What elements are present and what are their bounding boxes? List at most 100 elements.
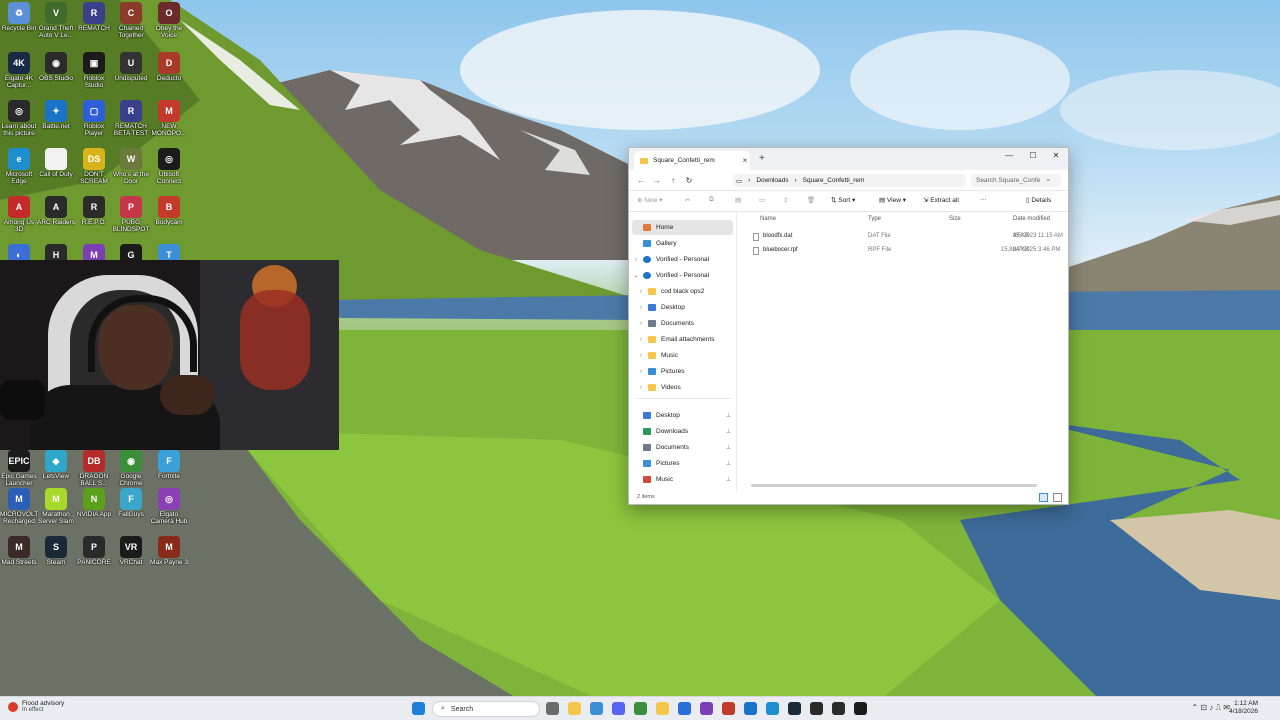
desktop-icon[interactable]: R R.E.P.O. xyxy=(75,196,113,226)
explorer-tab[interactable]: Square_Confetti_rem × xyxy=(634,151,750,170)
quick-access-item[interactable]: Downloads ⊥ xyxy=(643,424,735,439)
paste-icon[interactable]: ▤ xyxy=(735,196,741,204)
roblox-icon[interactable] xyxy=(722,702,735,715)
extract-all-button[interactable]: ⇲ Extract all xyxy=(923,196,959,204)
desktop-icon[interactable]: M Mad Streets xyxy=(0,536,38,566)
taskbar-search-box[interactable]: ⌕ Search xyxy=(432,701,540,717)
nav-folder-item[interactable]: › Music xyxy=(637,348,678,363)
new-button[interactable]: ⊕ New ▾ xyxy=(637,196,662,204)
xbox-icon[interactable] xyxy=(810,702,823,715)
breadcrumb-downloads[interactable]: Downloads xyxy=(753,177,791,184)
desktop-icon[interactable]: S Steam xyxy=(37,536,75,566)
desktop-icon[interactable]: ◎ Learn about this picture xyxy=(0,100,38,137)
desktop-icon[interactable]: ✦ Battle.net xyxy=(37,100,75,130)
quick-access-item[interactable]: Pictures ⊥ xyxy=(643,456,735,471)
nav-onedrive-1[interactable]: › Vorified - Personal xyxy=(632,252,709,267)
quick-access-item[interactable]: Documents ⊥ xyxy=(643,440,735,455)
desktop-icon[interactable]: F FallGuys xyxy=(112,488,150,518)
tiles-view-icon[interactable] xyxy=(1053,493,1062,502)
file-explorer-icon[interactable] xyxy=(568,702,581,715)
nav-folder-item[interactable]: › cod black ops2 xyxy=(637,284,704,299)
nav-folder-item[interactable]: › Email attachments xyxy=(637,332,714,347)
desktop-icon[interactable]: P PANICORE xyxy=(75,536,113,566)
copy-icon[interactable]: ⧉ xyxy=(709,196,714,204)
forward-arrow-icon[interactable]: → xyxy=(649,176,665,185)
back-arrow-icon[interactable]: ← xyxy=(633,176,649,185)
photos-icon[interactable] xyxy=(590,702,603,715)
desktop-icon[interactable]: D Deducto xyxy=(150,52,188,82)
chevron-right-icon[interactable]: › xyxy=(637,305,645,311)
desktop-icon[interactable]: N NVIDIA App xyxy=(75,488,113,518)
edge-icon[interactable] xyxy=(766,702,779,715)
chevron-right-icon[interactable]: › xyxy=(637,321,645,327)
details-view-icon[interactable] xyxy=(1039,493,1048,502)
desktop-icon[interactable]: EPIC Epic Games Launcher xyxy=(0,450,38,487)
close-tab-icon[interactable]: × xyxy=(740,156,750,165)
desktop-icon[interactable]: C Chained Together xyxy=(112,2,150,39)
desktop-icon[interactable]: A ARC Raiders xyxy=(37,196,75,226)
desktop-icon[interactable]: W Who's at the Door xyxy=(112,148,150,185)
breadcrumb[interactable]: ▭ › Downloads › Square_Confetti_rem xyxy=(733,174,966,187)
chevron-right-icon[interactable]: › xyxy=(637,369,645,375)
breadcrumb-current[interactable]: Square_Confetti_rem xyxy=(800,177,868,184)
weather-widget[interactable]: Flood advisory In effect xyxy=(8,700,64,713)
chevron-right-icon[interactable]: › xyxy=(637,353,645,359)
refresh-icon[interactable]: ↻ xyxy=(681,176,697,185)
nav-onedrive-2[interactable]: ⌄ Vorified - Personal xyxy=(632,268,709,283)
folder-icon[interactable] xyxy=(656,702,669,715)
nav-home[interactable]: Home xyxy=(632,220,733,235)
store-icon[interactable] xyxy=(678,702,691,715)
desktop-icon[interactable]: □ Call of Duty xyxy=(37,148,75,178)
chevron-right-icon[interactable]: › xyxy=(637,337,645,343)
desktop-icon[interactable]: A Among Us 3D xyxy=(0,196,38,233)
desktop-icon[interactable]: R REMATCH BETA TEST xyxy=(112,100,150,137)
discord-icon[interactable] xyxy=(612,702,625,715)
desktop-icon[interactable]: ▢ Roblox Player xyxy=(75,100,113,137)
search-input[interactable]: Search Square_Confe ⌕ xyxy=(971,174,1061,187)
desktop-icon[interactable]: ◎ Ubisoft Connect xyxy=(150,148,188,185)
desktop-icon[interactable]: P PUBG BLINDSPOT xyxy=(112,196,150,233)
desktop-icon[interactable]: M Marathon Server Slam xyxy=(37,488,75,525)
nav-folder-item[interactable]: › Documents xyxy=(637,316,694,331)
cut-icon[interactable]: ✂ xyxy=(685,196,690,204)
nav-folder-item[interactable]: › Pictures xyxy=(637,364,684,379)
system-tray-icons[interactable]: ⌃ ⊡ ♪ ⎍ ✉ xyxy=(1191,703,1230,713)
desktop-icon[interactable]: R REMATCH xyxy=(75,2,113,32)
desktop-icon[interactable]: ▣ Roblox Studio xyxy=(75,52,113,89)
maximize-button[interactable]: ☐ xyxy=(1023,151,1043,160)
desktop-icon[interactable]: ◎ Elgato Camera Hub xyxy=(150,488,188,525)
desktop-icon[interactable]: 4K Elgato 4K Captur... xyxy=(0,52,38,89)
obs-icon[interactable] xyxy=(832,702,845,715)
new-tab-button[interactable]: + xyxy=(759,153,765,164)
desktop-icon[interactable]: F Fortnite xyxy=(150,450,188,480)
quick-access-item[interactable]: Music ⊥ xyxy=(643,472,735,487)
column-type[interactable]: Type xyxy=(868,216,881,222)
app-icon[interactable] xyxy=(854,702,867,715)
desktop-icon[interactable]: U Undisputed xyxy=(112,52,150,82)
desktop-icon[interactable]: DS DON'T SCREAM xyxy=(75,148,113,185)
up-arrow-icon[interactable]: ↑ xyxy=(665,176,681,185)
quick-access-item[interactable]: Desktop ⊥ xyxy=(643,408,735,423)
close-window-button[interactable]: ✕ xyxy=(1046,151,1066,160)
desktop-icon[interactable]: MMICROVOLTS Recharged xyxy=(0,488,38,525)
desktop-icon[interactable]: M NEW MONOPO... xyxy=(150,100,188,137)
app-icon[interactable] xyxy=(744,702,757,715)
desktop-icon[interactable]: ◉ OBS Studio xyxy=(37,52,75,82)
column-date[interactable]: Date modified xyxy=(1013,216,1050,222)
desktop-icon[interactable]: M Max Payne 3 xyxy=(150,536,188,566)
chevron-right-icon[interactable]: › xyxy=(632,257,640,263)
chrome-icon[interactable] xyxy=(634,702,647,715)
file-row[interactable]: bloodfx.dat DAT File 45 KB 3/5/2023 11:15 A… xyxy=(753,230,1063,243)
chevron-down-icon[interactable]: ⌄ xyxy=(632,272,640,279)
sort-button[interactable]: ⇅ Sort ▾ xyxy=(831,196,855,204)
nav-folder-item[interactable]: › Desktop xyxy=(637,300,685,315)
desktop-icon[interactable]: e Microsoft Edge xyxy=(0,148,38,185)
desktop-icon[interactable]: B Bodycam xyxy=(150,196,188,226)
desktop-icon[interactable]: O Obey the Voice xyxy=(150,2,188,39)
clock[interactable]: 1:12 AM 4/18/2026 xyxy=(1229,700,1258,716)
nav-folder-item[interactable]: › Videos xyxy=(637,380,681,395)
file-row[interactable]: bluebocer.rpf RPF File 15,884 KB 8/7/2025 3… xyxy=(753,244,1063,257)
chevron-right-icon[interactable]: › xyxy=(637,289,645,295)
more-options-button[interactable]: ··· xyxy=(980,196,987,203)
details-button[interactable]: ▯ Details xyxy=(1026,196,1051,204)
